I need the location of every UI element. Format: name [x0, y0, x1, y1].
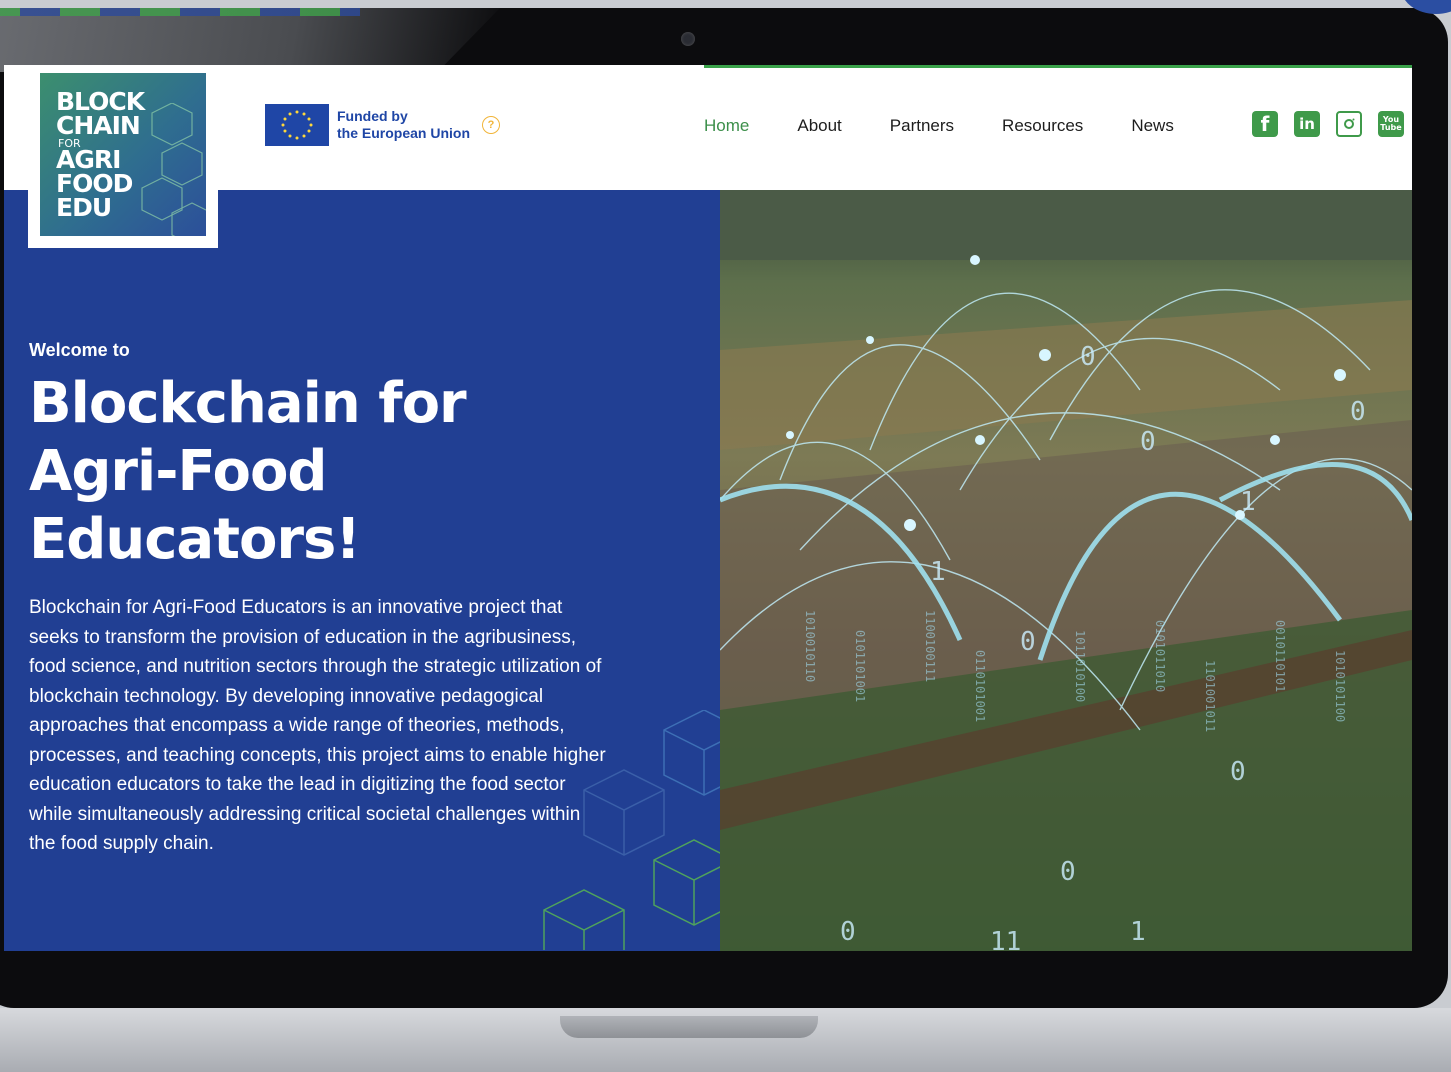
- farmland-blockchain-image: 011 000 000 11 1 1010010110 0101101001 11…: [720, 190, 1412, 951]
- eu-funding-line1: Funded by: [337, 108, 408, 124]
- eu-funding-text: Funded by the European Union: [337, 108, 470, 142]
- laptop-notch: [560, 1016, 818, 1038]
- svg-text:0: 0: [1020, 627, 1036, 657]
- svg-text:0: 0: [1080, 342, 1096, 372]
- svg-text:0: 0: [1230, 757, 1246, 787]
- instagram-icon[interactable]: [1336, 111, 1362, 137]
- linkedin-icon[interactable]: in: [1294, 111, 1320, 137]
- linkedin-glyph: in: [1299, 115, 1315, 133]
- svg-text:0: 0: [1060, 857, 1076, 887]
- instagram-glyph: [1344, 118, 1355, 129]
- svg-text:1: 1: [1240, 487, 1256, 517]
- nav-home[interactable]: Home: [704, 116, 749, 136]
- svg-text:1101001011: 1101001011: [1203, 660, 1217, 732]
- svg-text:0010110101: 0010110101: [1273, 620, 1287, 692]
- eu-funding-line2: the European Union: [337, 125, 470, 141]
- social-links: f in You Tube: [1252, 111, 1412, 137]
- top-decoration: [0, 8, 360, 16]
- logo-mark: BLOCK CHAIN FOR AGRI FOOD EDU: [40, 73, 206, 236]
- facebook-icon[interactable]: f: [1252, 111, 1278, 137]
- svg-text:11: 11: [990, 927, 1021, 951]
- site-logo[interactable]: BLOCK CHAIN FOR AGRI FOOD EDU: [28, 65, 218, 248]
- svg-text:0: 0: [840, 917, 856, 947]
- hero-image: 011 000 000 11 1 1010010110 0101101001 11…: [720, 190, 1412, 951]
- hero-intro: Welcome to Blockchain for Agri-Food Educ…: [4, 190, 720, 951]
- eu-funding-badge: Funded by the European Union ?: [265, 103, 500, 147]
- svg-text:0: 0: [1350, 397, 1366, 427]
- svg-text:0: 0: [1140, 427, 1156, 457]
- browser-viewport: Funded by the European Union ? Home Abou…: [4, 65, 1412, 951]
- hero-welcome: Welcome to: [29, 340, 130, 360]
- svg-text:1100100111: 1100100111: [923, 610, 937, 682]
- youtube-line2: Tube: [1380, 123, 1402, 132]
- logo-line: EDU: [56, 193, 112, 222]
- facebook-glyph: f: [1260, 112, 1270, 136]
- nav-partners[interactable]: Partners: [890, 116, 954, 136]
- logo-wordmark: BLOCK CHAIN FOR AGRI FOOD EDU: [56, 89, 145, 222]
- hero-title: Blockchain for Agri-Food Educators!: [29, 371, 467, 572]
- nav-resources[interactable]: Resources: [1002, 116, 1083, 136]
- logo-line: CHAIN: [56, 111, 141, 140]
- header-accent-line: [704, 65, 1412, 68]
- nav-about[interactable]: About: [797, 116, 841, 136]
- svg-text:0101011010: 0101011010: [1153, 620, 1167, 692]
- eu-flag-icon: [265, 104, 329, 146]
- svg-text:0110101001: 0110101001: [973, 650, 987, 722]
- svg-text:1: 1: [1130, 917, 1146, 947]
- hero-description: Blockchain for Agri-Food Educators is an…: [29, 597, 606, 854]
- webcam-icon: [681, 32, 695, 46]
- cube-decoration: [543, 710, 720, 950]
- svg-text:0101101001: 0101101001: [853, 630, 867, 702]
- svg-text:1010101100: 1010101100: [1333, 650, 1347, 722]
- bezel-glare: [0, 8, 500, 72]
- nav-news[interactable]: News: [1131, 116, 1174, 136]
- main-nav: Home About Partners Resources News: [704, 111, 1222, 141]
- youtube-icon[interactable]: You Tube: [1378, 111, 1404, 137]
- help-icon[interactable]: ?: [482, 116, 500, 134]
- svg-text:1: 1: [930, 557, 946, 587]
- svg-text:1010010110: 1010010110: [803, 610, 817, 682]
- svg-text:1011010100: 1011010100: [1073, 630, 1087, 702]
